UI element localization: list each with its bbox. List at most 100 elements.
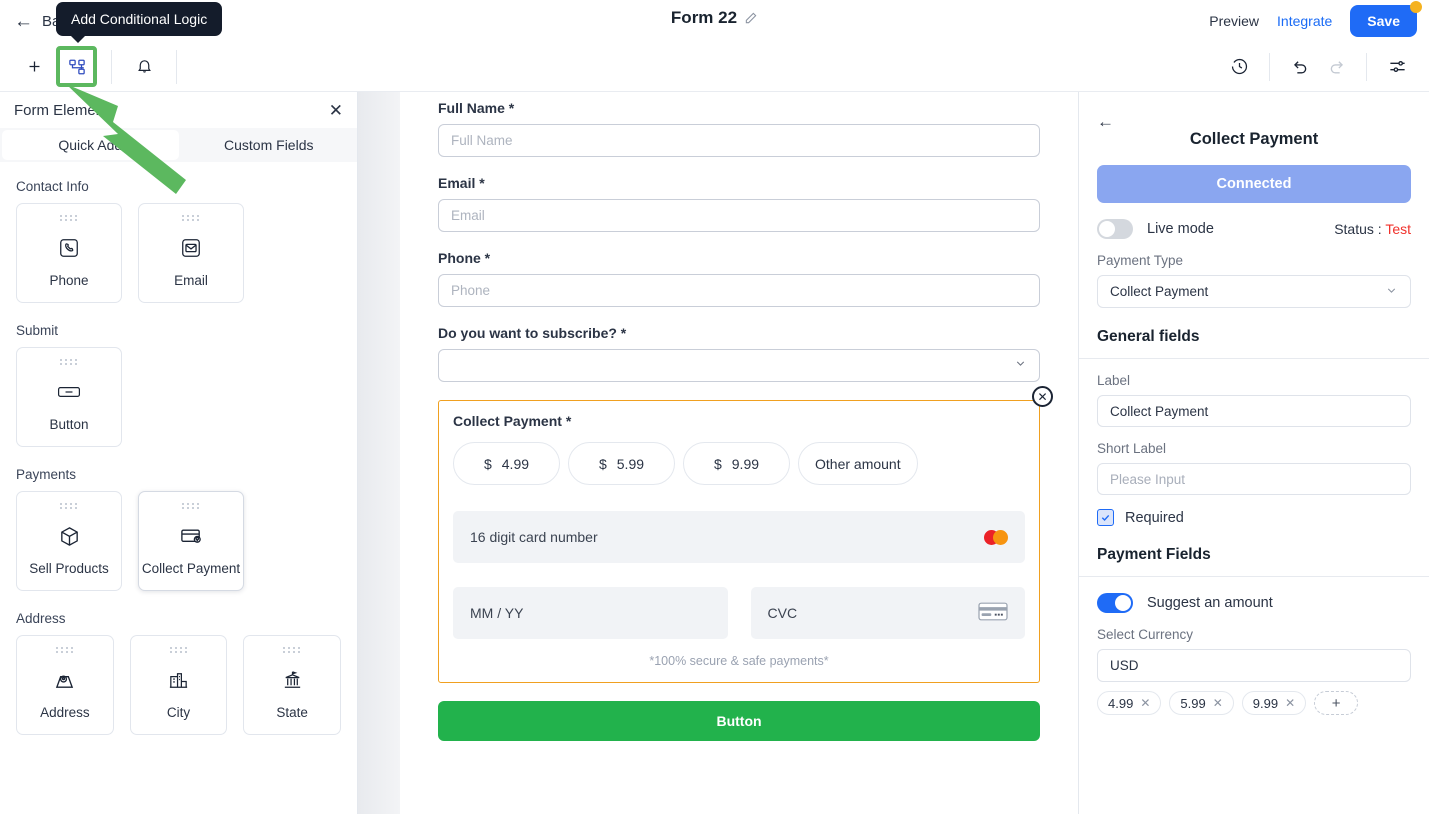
element-card-button[interactable]: Button <box>16 347 122 447</box>
amount-tag-value: 4.99 <box>1108 695 1134 711</box>
save-button[interactable]: Save <box>1350 5 1417 37</box>
element-card-city[interactable]: City <box>129 635 228 735</box>
payment-type-select[interactable]: Collect Payment <box>1097 275 1411 308</box>
add-amount-button[interactable]: + <box>1314 691 1359 715</box>
label-input[interactable] <box>1097 395 1411 427</box>
required-label: Required <box>1125 509 1184 526</box>
city-building-icon <box>167 667 190 693</box>
email-input[interactable] <box>438 199 1040 232</box>
drag-handle-icon[interactable] <box>169 647 188 653</box>
drag-handle-icon[interactable] <box>60 359 78 365</box>
tab-custom-fields[interactable]: Custom Fields <box>181 128 358 162</box>
group-title-payments: Payments <box>16 467 77 482</box>
conditional-logic-icon[interactable] <box>56 46 97 87</box>
sliders-settings-icon[interactable] <box>1379 49 1415 85</box>
form-elements-header: Form Elements ✕ <box>0 92 357 128</box>
drag-handle-icon[interactable] <box>182 215 200 221</box>
form-canvas-inner: Full Name * Email * Phone * Do you want … <box>400 92 1078 741</box>
element-card-state[interactable]: State <box>243 635 342 735</box>
other-amount-option[interactable]: Other amount <box>798 442 918 485</box>
currency-select[interactable]: USD <box>1097 649 1411 682</box>
element-card-phone[interactable]: Phone <box>16 203 122 303</box>
select-currency-label: Select Currency <box>1097 627 1194 642</box>
remove-block-icon[interactable]: ✕ <box>1032 386 1053 407</box>
credit-card-icon <box>978 601 1008 625</box>
undo-icon[interactable] <box>1282 49 1318 85</box>
drag-handle-icon[interactable] <box>283 647 301 653</box>
amount-option[interactable]: $ 9.99 <box>683 442 790 485</box>
phone-input[interactable] <box>438 274 1040 307</box>
envelope-icon <box>180 235 202 261</box>
close-small-icon[interactable]: ✕ <box>1140 696 1150 710</box>
amount-tag[interactable]: 4.99 ✕ <box>1097 691 1162 715</box>
amount-tag[interactable]: 5.99 ✕ <box>1169 691 1234 715</box>
history-clock-icon[interactable] <box>1221 49 1257 85</box>
section-divider <box>1079 358 1429 359</box>
live-mode-label: Live mode <box>1147 221 1214 237</box>
group-contact-info: Phone Email <box>16 203 341 303</box>
cvc-field[interactable]: CVC <box>750 587 1025 639</box>
header-actions: Preview Integrate Save <box>1209 1 1422 37</box>
amount-tags-row: 4.99 ✕ 5.99 ✕ 9.99 ✕ + <box>1097 691 1411 715</box>
credit-card-shield-icon <box>179 523 204 549</box>
suggest-amount-toggle[interactable] <box>1097 593 1133 613</box>
submit-button[interactable]: Button <box>438 701 1040 741</box>
bell-icon[interactable] <box>126 49 162 85</box>
short-label-input[interactable] <box>1097 463 1411 495</box>
settings-header: ← Collect Payment <box>1079 92 1429 149</box>
drag-handle-icon[interactable] <box>182 503 200 509</box>
payment-type-label: Payment Type <box>1097 253 1184 268</box>
element-label: Sell Products <box>29 561 109 576</box>
amount-tag[interactable]: 9.99 ✕ <box>1241 691 1307 715</box>
canvas-gutter <box>358 92 400 814</box>
drag-handle-icon[interactable] <box>60 503 78 509</box>
connected-button[interactable]: Connected <box>1097 165 1411 203</box>
short-label-label: Short Label <box>1097 441 1167 456</box>
page-title: Form 22 <box>670 8 738 27</box>
status-value: Test <box>1385 221 1411 237</box>
element-card-email[interactable]: Email <box>138 203 244 303</box>
element-label: City <box>166 705 191 720</box>
status-badge: Status : Test <box>1334 221 1411 237</box>
settings-panel: ← Collect Payment Connected Live mode St… <box>1078 92 1429 814</box>
form-canvas: Full Name * Email * Phone * Do you want … <box>400 92 1078 814</box>
collect-payment-block[interactable]: ✕ Collect Payment * $ 4.99 $ 5.99 $ 9.99 <box>438 386 1053 683</box>
payment-type-value: Collect Payment <box>1110 284 1209 299</box>
close-small-icon[interactable]: ✕ <box>1213 696 1223 710</box>
drag-handle-icon[interactable] <box>60 215 78 221</box>
redo-icon[interactable] <box>1318 49 1354 85</box>
back-arrow-icon[interactable]: ← <box>1097 112 1114 132</box>
amount-value: 5.99 <box>616 455 645 472</box>
live-mode-toggle[interactable] <box>1097 219 1133 239</box>
element-card-sell-products[interactable]: Sell Products <box>16 491 122 591</box>
form-elements-title: Form Elements <box>14 101 116 119</box>
mastercard-logo <box>984 529 1008 545</box>
full-name-input[interactable] <box>438 124 1040 157</box>
element-label: Phone <box>49 273 89 288</box>
card-number-field[interactable]: 16 digit card number <box>453 511 1025 563</box>
element-card-collect-payment[interactable]: Collect Payment <box>138 491 244 591</box>
field-full-name: Full Name * <box>438 92 1040 157</box>
tooltip-add-conditional-logic: Add Conditional Logic <box>56 2 223 43</box>
pencil-icon[interactable] <box>744 11 758 25</box>
close-icon[interactable]: ✕ <box>329 102 343 119</box>
expiry-field[interactable]: MM / YY <box>453 587 728 639</box>
form-elements-tabs: Quick Add Custom Fields <box>0 128 357 162</box>
tab-quick-add[interactable]: Quick Add <box>2 130 179 160</box>
close-small-icon[interactable]: ✕ <box>1285 696 1295 710</box>
subscribe-select[interactable] <box>438 349 1040 382</box>
preview-link[interactable]: Preview <box>1209 13 1259 29</box>
add-element-button[interactable] <box>16 49 52 85</box>
required-checkbox[interactable] <box>1097 509 1114 526</box>
section-divider-2 <box>1079 576 1429 577</box>
integrate-link[interactable]: Integrate <box>1277 13 1332 29</box>
secure-payments-note: *100% secure & safe payments* <box>649 654 829 668</box>
drag-handle-icon[interactable] <box>55 647 74 653</box>
element-card-address[interactable]: Address <box>16 635 114 735</box>
amount-option[interactable]: $ 5.99 <box>568 442 675 485</box>
toolbar-divider-2 <box>176 49 177 84</box>
amount-option[interactable]: $ 4.99 <box>453 442 560 485</box>
suggest-amount-row: Suggest an amount <box>1097 593 1411 613</box>
currency-value: USD <box>1110 658 1139 673</box>
amount-tag-value: 5.99 <box>1180 695 1206 711</box>
